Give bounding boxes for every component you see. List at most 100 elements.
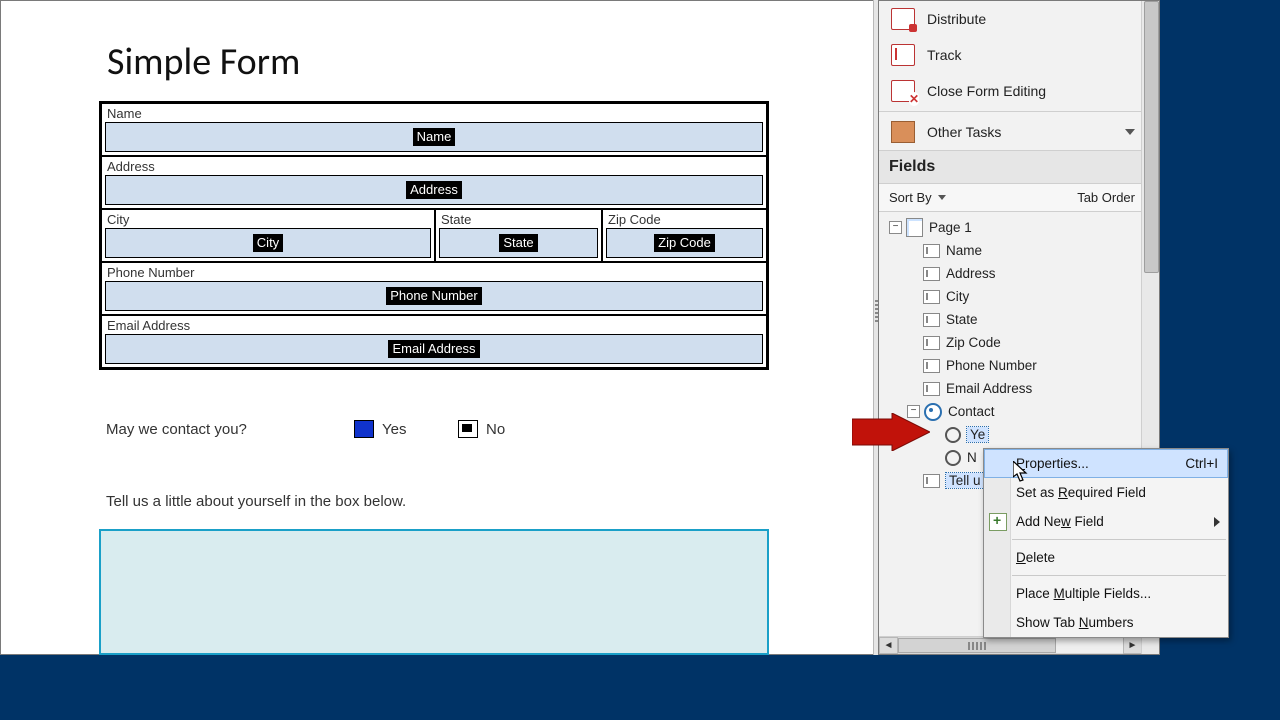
context-menu: Properties... Ctrl+I Set as Required Fie… (983, 448, 1229, 638)
sort-by-label: Sort By (889, 190, 932, 205)
radio-yes[interactable]: Yes (354, 420, 406, 438)
tree-label: N (967, 450, 977, 465)
tree-field-email[interactable]: Email Address (879, 377, 1159, 400)
checkbox-icon (458, 420, 478, 438)
input-address[interactable]: Address (105, 175, 763, 205)
textfield-icon (923, 359, 940, 373)
label-state: State (436, 210, 601, 227)
tree-label: Ye (967, 427, 988, 442)
input-state[interactable]: State (439, 228, 598, 258)
chip-address: Address (406, 181, 462, 199)
label-name: Name (102, 104, 766, 121)
menu-shortcut: Ctrl+I (1185, 456, 1218, 471)
label-city: City (102, 210, 434, 227)
scrollbar-thumb[interactable] (1144, 1, 1159, 273)
tree-label: Tell u (946, 473, 984, 488)
label-address: Address (102, 157, 766, 174)
chip-state: State (499, 234, 537, 252)
scroll-left-button[interactable]: ◄ (879, 637, 898, 654)
distribute-icon (891, 8, 915, 30)
input-zip[interactable]: Zip Code (606, 228, 763, 258)
task-close-form-editing[interactable]: Close Form Editing (879, 73, 1159, 109)
tree-field-city[interactable]: City (879, 285, 1159, 308)
radio-group-icon (924, 403, 942, 421)
tree-label: Address (946, 266, 996, 281)
menu-delete[interactable]: Delete (984, 543, 1228, 572)
textfield-icon (923, 267, 940, 281)
chip-name: Name (413, 128, 456, 146)
chevron-down-icon (938, 195, 946, 200)
checkbox-icon (354, 420, 374, 438)
task-close-label: Close Form Editing (927, 83, 1046, 99)
task-track[interactable]: Track (879, 37, 1159, 73)
document-area: Simple Form Name Name Address Address Ci… (0, 0, 876, 655)
menu-properties[interactable]: Properties... Ctrl+I (984, 449, 1228, 478)
chevron-down-icon (1125, 129, 1135, 135)
task-track-label: Track (927, 47, 961, 63)
menu-label: Place Multiple Fields... (1016, 586, 1151, 601)
tree-field-state[interactable]: State (879, 308, 1159, 331)
radio-no-label: No (486, 421, 505, 438)
tree-field-address[interactable]: Address (879, 262, 1159, 285)
panel-horizontal-scrollbar[interactable]: ◄ ► (879, 636, 1142, 654)
tree-label: Name (946, 243, 982, 258)
form-title: Simple Form (107, 39, 300, 85)
track-icon (891, 44, 915, 66)
tree-field-name[interactable]: Name (879, 239, 1159, 262)
tree-field-zip[interactable]: Zip Code (879, 331, 1159, 354)
scroll-right-button[interactable]: ► (1123, 637, 1142, 654)
chip-city: City (253, 234, 283, 252)
menu-show-tab-numbers[interactable]: Show Tab Numbers (984, 608, 1228, 637)
task-distribute[interactable]: Distribute (879, 1, 1159, 37)
textfield-icon (923, 244, 940, 258)
tree-radio-yes[interactable]: Ye (879, 423, 1159, 446)
textfield-icon (923, 290, 940, 304)
input-email[interactable]: Email Address (105, 334, 763, 364)
textfield-icon (923, 382, 940, 396)
tree-label: Contact (948, 404, 995, 419)
collapse-icon[interactable]: − (907, 405, 920, 418)
tree-group-contact[interactable]: − Contact (879, 400, 1159, 423)
radio-yes-label: Yes (382, 421, 406, 438)
textfield-icon (923, 474, 940, 488)
tree-field-phone[interactable]: Phone Number (879, 354, 1159, 377)
input-city[interactable]: City (105, 228, 431, 258)
collapse-icon[interactable]: − (889, 221, 902, 234)
menu-place-multiple[interactable]: Place Multiple Fields... (984, 579, 1228, 608)
textfield-icon (923, 336, 940, 350)
label-email: Email Address (102, 316, 766, 333)
scrollbar-thumb[interactable] (898, 638, 1056, 653)
menu-label: Add New Field (1016, 514, 1104, 529)
form-fields-container: Name Name Address Address City City (99, 101, 769, 370)
label-zip: Zip Code (603, 210, 766, 227)
tree-label: Phone Number (946, 358, 1037, 373)
close-form-icon (891, 80, 915, 102)
input-name[interactable]: Name (105, 122, 763, 152)
contact-question: May we contact you? (106, 421, 247, 438)
radio-icon (945, 450, 961, 466)
menu-add-new-field[interactable]: Add New Field (984, 507, 1228, 536)
toolbox-icon (891, 121, 915, 143)
menu-label: Delete (1016, 550, 1055, 565)
tree-label: State (946, 312, 978, 327)
tree-page-node[interactable]: − Page 1 (879, 216, 1159, 239)
menu-label: Set as Required Field (1016, 485, 1146, 500)
label-phone: Phone Number (102, 263, 766, 280)
page-icon (906, 218, 923, 237)
radio-no[interactable]: No (458, 420, 505, 438)
menu-set-required[interactable]: Set as Required Field (984, 478, 1228, 507)
sort-by-dropdown[interactable]: Sort By (889, 190, 946, 205)
submenu-arrow-icon (1214, 517, 1220, 527)
tell-us-textarea[interactable] (99, 529, 769, 655)
chip-email: Email Address (388, 340, 479, 358)
tree-label: City (946, 289, 969, 304)
add-field-icon (989, 513, 1007, 531)
task-other[interactable]: Other Tasks (879, 114, 1159, 150)
tree-label: Zip Code (946, 335, 1001, 350)
task-distribute-label: Distribute (927, 11, 986, 27)
fields-sort-bar: Sort By Tab Order (879, 184, 1159, 212)
tab-order-dropdown[interactable]: Tab Order (1077, 190, 1149, 205)
scrollbar-track[interactable] (898, 637, 1123, 654)
tree-label: Email Address (946, 381, 1032, 396)
input-phone[interactable]: Phone Number (105, 281, 763, 311)
